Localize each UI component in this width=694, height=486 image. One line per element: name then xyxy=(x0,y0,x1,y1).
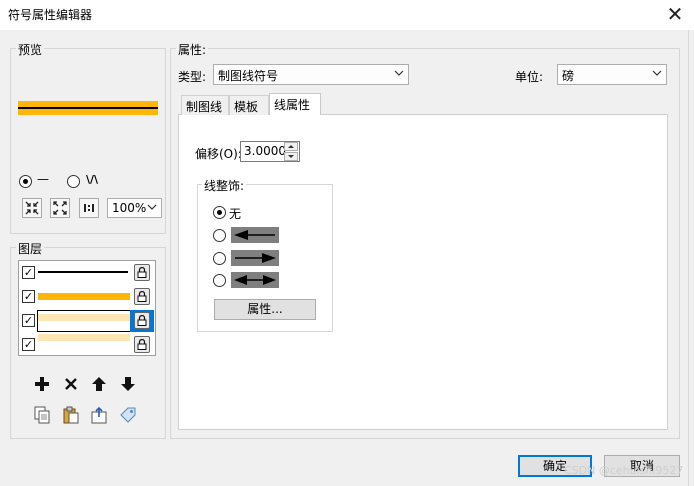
arrow-left-icon xyxy=(231,227,279,243)
type-label: 类型: xyxy=(178,70,207,84)
zoom-select-value: 100% xyxy=(112,201,147,215)
layer-3-checkbox[interactable]: ✓ xyxy=(22,314,35,327)
add-layer-icon[interactable] xyxy=(33,375,51,393)
paste-layer-icon[interactable] xyxy=(62,406,80,424)
arrow-both-icon xyxy=(231,272,279,288)
decoration-group-label: 线整饰: xyxy=(202,177,247,194)
move-layer-up-icon[interactable] xyxy=(90,375,108,393)
decoration-none-radio[interactable] xyxy=(213,206,226,219)
decoration-properties-button[interactable]: 属性... xyxy=(214,299,316,320)
move-layer-down-icon[interactable] xyxy=(119,375,137,393)
zoom-out-icon[interactable] xyxy=(50,198,70,218)
preview-mode-wave-label: \/\ xyxy=(86,173,99,186)
properties-group-label: 属性: xyxy=(176,41,209,58)
layer-2-checkbox[interactable]: ✓ xyxy=(22,290,35,303)
offset-decrement-button[interactable] xyxy=(284,152,298,161)
window-edge xyxy=(688,30,694,486)
preview-mode-wave-radio[interactable] xyxy=(67,175,80,188)
layers-group-label: 图层 xyxy=(16,240,45,257)
decoration-arrow-start-radio[interactable] xyxy=(213,229,226,242)
layer-1-checkbox[interactable]: ✓ xyxy=(22,266,35,279)
tag-layer-icon[interactable] xyxy=(119,406,137,424)
title-bar xyxy=(0,0,694,30)
copy-layer-icon[interactable] xyxy=(33,406,51,424)
layer-3-swatch-line xyxy=(38,314,130,321)
chevron-down-icon xyxy=(652,70,662,76)
tab-line-properties[interactable]: 线属性 xyxy=(269,93,321,115)
unit-select-value: 磅 xyxy=(562,69,575,83)
tab-template[interactable]: 模板 xyxy=(229,95,269,115)
unit-label: 单位: xyxy=(515,70,544,84)
arrow-right-icon xyxy=(231,250,279,266)
layer-4-swatch[interactable] xyxy=(38,334,130,341)
unit-select[interactable]: 磅 xyxy=(557,64,667,85)
preview-mode-line-label: — xyxy=(37,172,49,186)
close-icon[interactable]: ✕ xyxy=(662,2,688,28)
offset-label: 偏移(O): xyxy=(195,147,242,161)
preview-group-label: 预览 xyxy=(16,41,45,58)
offset-increment-button[interactable] xyxy=(284,142,298,151)
offset-input-value: 3.0000 xyxy=(244,144,286,158)
layer-2-swatch[interactable] xyxy=(38,293,130,300)
actual-size-icon[interactable] xyxy=(79,198,99,218)
decoration-none-label: 无 xyxy=(229,207,242,221)
layer-2-lock-icon[interactable] xyxy=(134,288,150,305)
decoration-arrow-end-radio[interactable] xyxy=(213,252,226,265)
preview-mode-line-radio[interactable] xyxy=(19,175,32,188)
layer-1-swatch[interactable] xyxy=(38,271,128,273)
chevron-down-icon xyxy=(394,70,404,76)
layer-3-lock-icon[interactable] xyxy=(134,312,150,329)
preview-line-inner xyxy=(18,107,158,109)
layer-4-lock-icon[interactable] xyxy=(134,336,150,353)
type-select-value: 制图线符号 xyxy=(218,69,279,83)
layer-1-lock-icon[interactable] xyxy=(134,264,150,281)
decoration-arrow-both-radio[interactable] xyxy=(213,274,226,287)
type-select[interactable]: 制图线符号 xyxy=(213,64,409,85)
chevron-down-icon xyxy=(147,204,157,210)
tab-cartographic-line[interactable]: 制图线 xyxy=(181,95,229,115)
window-title: 符号属性编辑器 xyxy=(8,8,93,22)
layer-4-checkbox[interactable]: ✓ xyxy=(22,338,35,351)
zoom-select[interactable]: 100% xyxy=(107,198,162,218)
restore-layer-icon[interactable] xyxy=(90,406,108,424)
zoom-in-icon[interactable] xyxy=(22,198,42,218)
watermark: CSDN @cehuishi9527 xyxy=(564,464,684,477)
delete-layer-icon[interactable] xyxy=(62,375,80,393)
